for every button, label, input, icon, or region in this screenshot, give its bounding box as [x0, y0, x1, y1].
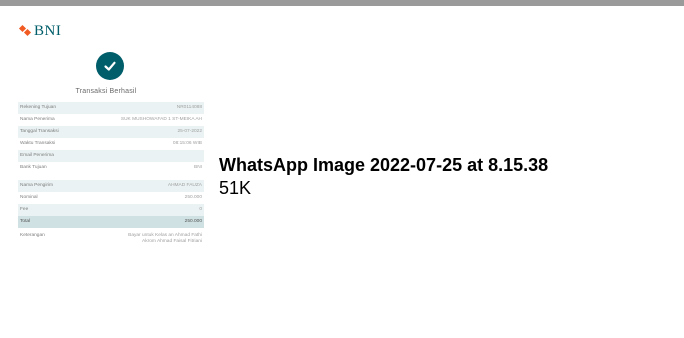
- receipt-row-label: Rekening Tujuan: [20, 105, 57, 110]
- receipt-row-value: 08:15:06 WIB: [172, 141, 202, 146]
- receipt-row: Nama Penerima SUK MUSHOWAFAD 1 ST-MEIKA A…: [18, 114, 204, 126]
- receipt-row-label: Bank Tujuan: [20, 165, 47, 170]
- image-thumbnail[interactable]: BNI Transaksi Berhasil Rekening Tujuan NR…: [0, 6, 212, 338]
- receipt-row: Fee 0: [18, 204, 204, 216]
- note-row: Keterangan Bayar untuk Kelas an Ahmad Fa…: [18, 228, 204, 248]
- bni-logo: BNI: [18, 22, 62, 40]
- receipt-row: Rekening Tujuan NR0114088: [18, 102, 204, 114]
- total-row: Total 250.000: [18, 216, 204, 228]
- note-value: Bayar untuk Kelas an Ahmad Fathi Akrom A…: [128, 233, 202, 244]
- receipt-row-label: Nama Penerima: [20, 117, 55, 122]
- receipt-section-b: Nama Pengirim AHMAD FAUZA Nominal 250.000 Fe…: [18, 180, 204, 216]
- bni-logo-text: BNI: [34, 22, 62, 39]
- receipt-row-value: 0: [199, 207, 202, 212]
- receipt-details: Rekening Tujuan NR0114088 Nama Penerima SUK…: [18, 102, 204, 248]
- receipt-row: Tanggal Transaksi 25-07-2022: [18, 126, 204, 138]
- receipt-row-label: Nama Pengirim: [20, 183, 54, 188]
- receipt-row-label: Nominal: [20, 195, 38, 200]
- receipt-row: Email Penerima: [18, 150, 204, 162]
- receipt-row-value: 250.000: [184, 195, 202, 200]
- receipt-section-a: Rekening Tujuan NR0114088 Nama Penerima SUK…: [18, 102, 204, 174]
- file-size: 51K: [219, 178, 252, 198]
- success-check-icon: [96, 52, 124, 80]
- file-name[interactable]: WhatsApp Image 2022-07-25 at 8.15.38: [219, 155, 684, 176]
- bni-logo-mark-icon: [18, 24, 32, 37]
- total-label: Total: [20, 219, 31, 224]
- total-value: 250.000: [184, 219, 202, 224]
- receipt-row-value: AHMAD FAUZA: [167, 183, 202, 188]
- transaction-status: Transaksi Berhasil: [75, 88, 137, 95]
- receipt-row-label: Waktu Transaksi: [20, 141, 56, 146]
- receipt-row-label: Tanggal Transaksi: [20, 129, 59, 134]
- receipt-row-value: BNI: [194, 165, 202, 170]
- receipt-row-value: NR0114088: [176, 105, 202, 110]
- note-label: Keterangan: [20, 233, 45, 238]
- receipt-row-value: SUK MUSHOWAFAD 1 ST-MEIKA AH: [120, 117, 202, 122]
- receipt-row-value: 25-07-2022: [177, 129, 202, 134]
- receipt-row-label: Fee: [20, 207, 29, 212]
- receipt-row: Nama Pengirim AHMAD FAUZA: [18, 180, 204, 192]
- receipt-row: Nominal 250.000: [18, 192, 204, 204]
- receipt-row: Waktu Transaksi 08:15:06 WIB: [18, 138, 204, 150]
- receipt-row: Bank Tujuan BNI: [18, 162, 204, 174]
- receipt-row-label: Email Penerima: [20, 153, 54, 158]
